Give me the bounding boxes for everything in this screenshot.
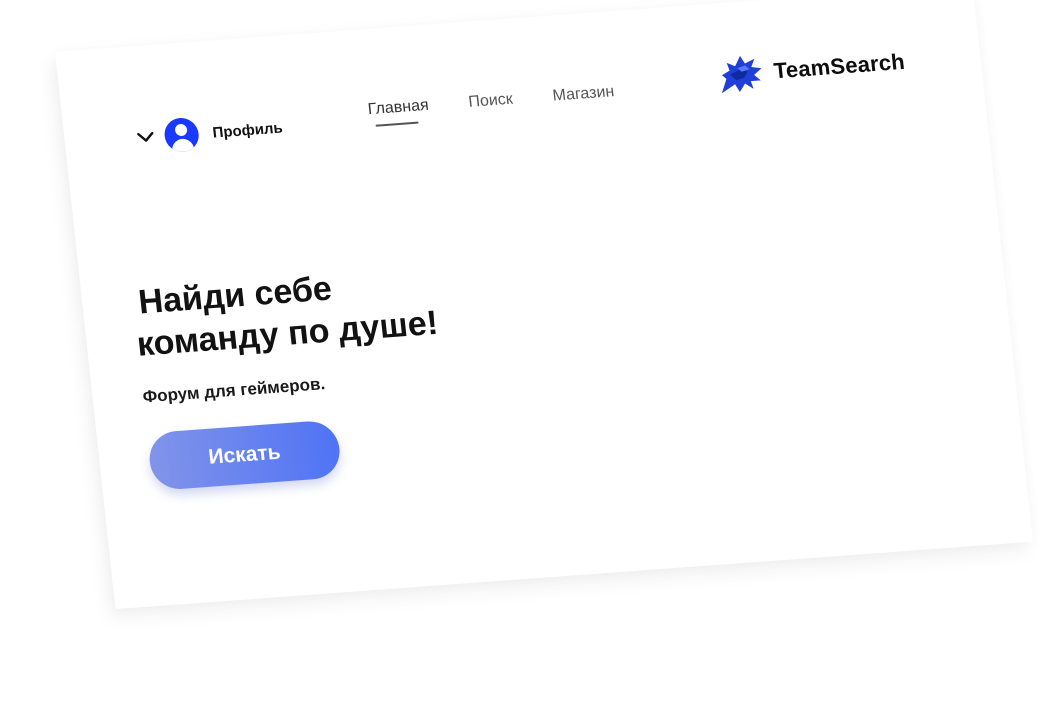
user-avatar-icon[interactable] [162, 116, 201, 154]
nav-item-search[interactable]: Поиск [468, 91, 515, 118]
wolf-logo-icon [714, 50, 771, 98]
main-nav: Главная Поиск Магазин [367, 83, 616, 125]
hero-section: Найди себе команду по душе! Форум для ге… [130, 260, 454, 492]
nav-item-home[interactable]: Главная [367, 97, 430, 125]
brand[interactable]: TeamSearch [714, 40, 907, 98]
profile-menu[interactable]: Профиль [133, 111, 284, 156]
search-button[interactable]: Искать [146, 419, 343, 492]
hero-title: Найди себе команду по душе! [130, 260, 440, 366]
page-stage: Профиль Главная Поиск Магазин TeamSearch [0, 0, 1050, 705]
nav-item-shop[interactable]: Магазин [552, 83, 616, 111]
site-header: Профиль Главная Поиск Магазин TeamSearch [55, 0, 985, 171]
hero-subtitle: Форум для геймеров. [141, 374, 327, 407]
chevron-down-icon[interactable] [134, 126, 158, 149]
brand-name: TeamSearch [772, 48, 907, 84]
landing-screen: Профиль Главная Поиск Магазин TeamSearch [55, 0, 1034, 610]
profile-label: Профиль [211, 119, 284, 142]
